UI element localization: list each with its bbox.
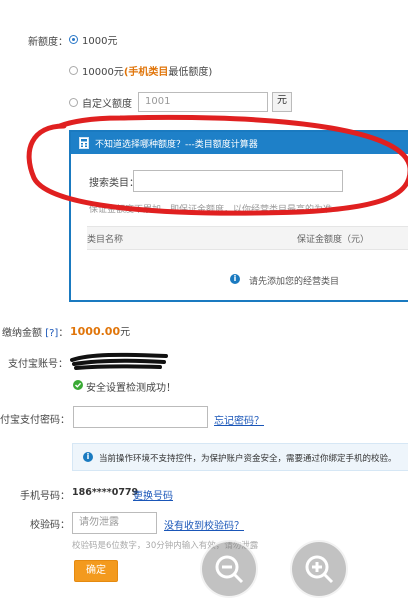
zoom-in-button[interactable]	[290, 540, 348, 598]
no-code-received-link[interactable]: 没有收到校验码？	[164, 517, 244, 532]
custom-quota-input[interactable]: 1001	[138, 92, 268, 112]
new-quota-label: 新额度：	[28, 37, 68, 48]
panel-header-text: 不知道选择哪种额度？---类目额度计算器	[95, 140, 258, 150]
quota-radio-10000[interactable]	[69, 66, 78, 75]
security-notice: i 当前操作环境不支持控件，为保护账户资金安全，需要通过你绑定手机的校验。	[72, 443, 408, 471]
notice-info-icon: i	[83, 452, 93, 462]
info-icon: i	[230, 274, 240, 284]
panel-header: 不知道选择哪种额度？---类目额度计算器	[71, 132, 408, 154]
zoom-out-icon	[215, 555, 244, 584]
payment-amount: 1000.00元	[70, 323, 130, 338]
unit-label: 元	[272, 92, 292, 112]
security-notice-text: 当前操作环境不支持控件，为保护账户资金安全，需要通过你绑定手机的校验。	[99, 454, 397, 464]
payment-amount-text: 缴纳金额	[2, 328, 42, 339]
empty-category-message: 请先添加您的经营类目	[249, 277, 340, 287]
amount-help-link[interactable]: [?]	[45, 328, 58, 339]
verification-code-input[interactable]: 请勿泄露	[72, 512, 157, 534]
quota-option-category: (手机类目	[123, 67, 169, 78]
payment-amount-label: 缴纳金额 [?]：	[2, 328, 69, 339]
confirm-button[interactable]: 确定	[74, 560, 118, 582]
alipay-account-label: 支付宝账号：	[8, 359, 68, 370]
quota-option-10000: 10000元(手机类目最低额度)	[82, 63, 212, 78]
quota-calculator-panel: 不知道选择哪种额度？---类目额度计算器 搜索类目： 保证金额度不累加，即保证金…	[69, 130, 408, 302]
search-category-input[interactable]	[133, 170, 343, 192]
redacted-account-scribble	[70, 352, 168, 370]
quota-radio-custom[interactable]	[69, 98, 78, 107]
quota-option-suffix: 最低额度)	[168, 67, 213, 78]
forgot-password-link[interactable]: 忘记密码？	[214, 412, 264, 427]
alipay-password-input[interactable]	[73, 406, 208, 428]
phone-number: 186****0779	[72, 487, 139, 498]
zoom-in-icon	[305, 555, 334, 584]
alipay-password-label: 付宝支付密码：	[0, 415, 70, 426]
custom-quota-label: 自定义额度	[82, 99, 132, 110]
payment-amount-value: 1000.00	[70, 325, 121, 338]
search-category-label: 搜索类目：	[89, 178, 139, 189]
category-table-header: 类目名称 保证金额度（元）	[87, 226, 408, 250]
quota-option-1000-label: 1000元	[82, 36, 118, 47]
check-success-icon	[73, 380, 83, 390]
calculator-icon	[79, 137, 89, 149]
change-phone-link[interactable]: 更换号码	[133, 487, 173, 502]
payment-amount-unit: 元	[120, 327, 131, 338]
security-check-message: 安全设置检测成功！	[86, 383, 176, 394]
panel-note: 保证金额度不累加，即保证金额度，以你经营类目最高的为准	[89, 205, 333, 215]
col-category-name: 类目名称	[87, 235, 124, 245]
quota-option-10000-amount: 10000元	[82, 67, 124, 78]
zoom-out-button[interactable]	[200, 540, 258, 598]
phone-label: 手机号码：	[20, 491, 70, 502]
quota-radio-1000[interactable]	[69, 35, 78, 44]
col-deposit-amount: 保证金额度（元）	[297, 235, 370, 245]
verification-code-label: 校验码：	[30, 520, 70, 531]
